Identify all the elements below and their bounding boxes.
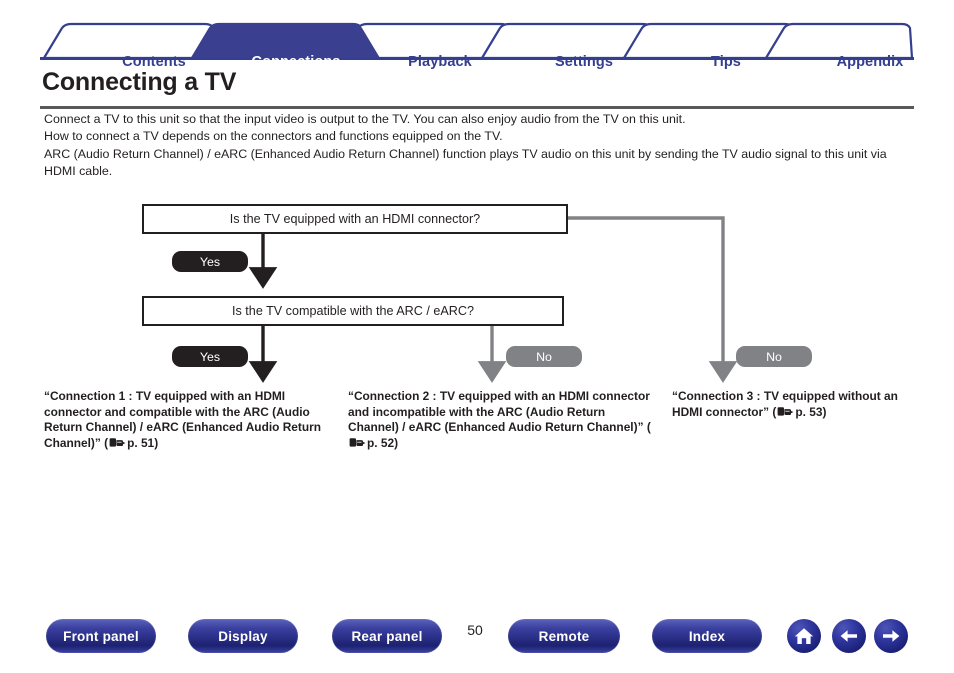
label-yes-2: Yes	[172, 346, 248, 367]
link-connection-1-close: )	[154, 435, 159, 450]
label-yes-1: Yes	[172, 251, 248, 272]
pointing-hand-icon	[109, 437, 126, 454]
home-icon	[793, 626, 815, 646]
flowchart-connectors	[248, 216, 738, 383]
home-button[interactable]	[787, 619, 821, 653]
link-connection-3-close: )	[822, 404, 827, 419]
link-connection-1[interactable]: “Connection 1 : TV equipped with an HDMI…	[44, 389, 330, 453]
footer-button-remote[interactable]: Remote	[508, 619, 620, 653]
pointing-hand-icon	[349, 437, 366, 454]
link-connection-3-page: p. 53	[795, 404, 823, 419]
label-no-right: No	[736, 346, 812, 367]
footer-button-display[interactable]: Display	[188, 619, 298, 653]
decision-box-arc-earc-text: Is the TV compatible with the ARC / eARC…	[232, 304, 474, 318]
link-connection-2[interactable]: “Connection 2 : TV equipped with an HDMI…	[348, 389, 656, 453]
decision-box-hdmi-connector-text: Is the TV equipped with an HDMI connecto…	[229, 212, 481, 226]
back-button[interactable]	[832, 619, 866, 653]
decision-flowchart: Is the TV equipped with an HDMI connecto…	[0, 0, 954, 673]
back-arrow-icon	[838, 626, 860, 646]
link-connection-1-page: p. 51	[127, 435, 155, 450]
forward-button[interactable]	[874, 619, 908, 653]
link-connection-2-text: “Connection 2 : TV equipped with an HDMI…	[348, 389, 651, 435]
link-connection-2-close: )	[394, 435, 399, 450]
pointing-hand-icon	[777, 406, 794, 423]
decision-box-arc-earc: Is the TV compatible with the ARC / eARC…	[142, 296, 564, 326]
label-no-middle: No	[506, 346, 582, 367]
link-connection-2-page: p. 52	[367, 435, 395, 450]
footer-button-front-panel[interactable]: Front panel	[46, 619, 156, 653]
decision-box-hdmi-connector: Is the TV equipped with an HDMI connecto…	[142, 204, 568, 234]
footer-button-index[interactable]: Index	[652, 619, 762, 653]
forward-arrow-icon	[880, 626, 902, 646]
footer-button-rear-panel[interactable]: Rear panel	[332, 619, 442, 653]
arrow-no-right	[568, 216, 738, 383]
page-number: 50	[467, 622, 483, 638]
link-connection-3[interactable]: “Connection 3 : TV equipped without an H…	[672, 389, 924, 422]
link-connection-1-text: “Connection 1 : TV equipped with an HDMI…	[44, 389, 322, 450]
